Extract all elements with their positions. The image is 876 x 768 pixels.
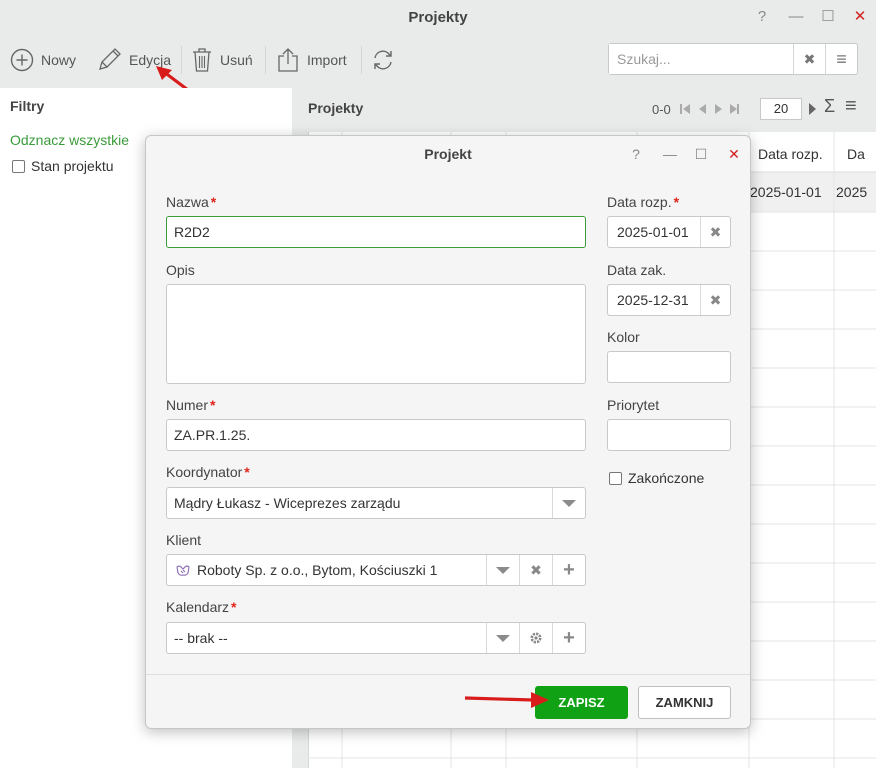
grid-cell: 2025 — [836, 184, 868, 200]
next-page-icon[interactable] — [806, 102, 818, 116]
calendar-label: Kalendarz * — [166, 599, 237, 615]
minimize-icon[interactable]: — — [786, 7, 806, 27]
name-field[interactable]: R2D2 — [166, 216, 586, 248]
maximize-icon[interactable]: ☐ — [818, 7, 838, 27]
column-header-next[interactable]: Da — [847, 146, 865, 162]
coordinator-select[interactable]: Mądry Łukasz - Wiceprezes zarządu — [166, 487, 586, 519]
chevron-down-icon[interactable] — [552, 488, 585, 518]
description-textarea[interactable] — [166, 284, 586, 384]
window-title: Projekty — [408, 9, 468, 26]
calendar-select[interactable]: -- brak -- + — [166, 622, 586, 654]
list-title: Projekty — [308, 100, 364, 116]
pager-nav-icons[interactable] — [679, 102, 741, 116]
search-input[interactable] — [609, 44, 793, 74]
upload-icon — [278, 48, 298, 72]
checkbox[interactable] — [609, 471, 622, 485]
help-icon[interactable]: ? — [752, 7, 772, 27]
priority-label: Priorytet — [607, 397, 660, 413]
end-date-value: 2025-12-31 — [617, 292, 689, 308]
start-date-field[interactable]: 2025-01-01 ✖ — [607, 216, 731, 248]
required-marker: * — [210, 397, 216, 413]
dialog-close-icon[interactable]: ✕ — [724, 144, 744, 164]
add-icon[interactable]: + — [552, 555, 585, 585]
number-value: ZA.PR.1.25. — [174, 427, 251, 443]
grid-cell: 2025-01-01 — [750, 184, 822, 200]
checkbox[interactable] — [12, 159, 25, 173]
client-select[interactable]: Roboty Sp. z o.o., Bytom, Kościuszki 1 ✖… — [166, 554, 586, 586]
sum-icon[interactable]: Σ — [824, 96, 835, 117]
pager: 0-0 — [652, 98, 741, 120]
end-date-field[interactable]: 2025-12-31 ✖ — [607, 284, 731, 316]
client-value: Roboty Sp. z o.o., Bytom, Kościuszki 1 — [197, 562, 438, 578]
toolbar-separator — [361, 46, 362, 74]
clear-date-icon[interactable]: ✖ — [700, 217, 730, 247]
menu-icon[interactable]: ≡ — [825, 44, 857, 74]
pencil-icon — [99, 48, 121, 70]
page-size-input[interactable]: 20 — [760, 98, 802, 120]
filters-title: Filtry — [10, 98, 45, 114]
delete-button-label: Usuń — [220, 52, 253, 68]
project-dialog: Projekt ? — ☐ ✕ Nazwa * R2D2 Opis Numer * … — [145, 135, 751, 729]
dialog-help-icon[interactable]: ? — [626, 144, 646, 164]
refresh-icon — [374, 50, 392, 70]
number-field[interactable]: ZA.PR.1.25. — [166, 419, 586, 451]
search-box: ✖ ≡ — [608, 43, 858, 75]
import-button[interactable]: Import — [276, 44, 347, 76]
filter-state-label: Stan projektu — [31, 158, 114, 174]
toolbar-separator — [265, 46, 266, 74]
new-button[interactable]: Nowy — [10, 44, 76, 76]
import-button-label: Import — [307, 52, 347, 68]
client-label: Klient — [166, 532, 202, 548]
uncheck-all-link[interactable]: Odznacz wszystkie — [10, 132, 129, 148]
new-button-label: Nowy — [41, 52, 77, 68]
calendar-value: -- brak -- — [174, 630, 228, 646]
chevron-down-icon[interactable] — [486, 555, 519, 585]
close-icon[interactable]: ✕ — [850, 7, 870, 27]
clear-date-icon[interactable]: ✖ — [700, 285, 730, 315]
handshake-icon — [176, 565, 190, 576]
plus-circle-icon — [10, 48, 34, 72]
clear-icon[interactable]: ✖ — [519, 555, 552, 585]
columns-menu-icon[interactable]: ≡ — [845, 95, 857, 118]
dialog-minimize-icon[interactable]: — — [660, 144, 680, 164]
number-label: Numer * — [166, 397, 216, 413]
column-header-start[interactable]: Data rozp. — [758, 146, 823, 162]
filter-state-checkbox[interactable]: Stan projektu — [12, 158, 114, 174]
required-marker: * — [244, 464, 250, 480]
end-date-label: Data zak. — [607, 262, 667, 278]
start-date-value: 2025-01-01 — [617, 224, 689, 240]
dialog-footer-divider — [146, 674, 750, 675]
description-label: Opis — [166, 262, 195, 278]
add-icon[interactable]: + — [552, 623, 585, 653]
coordinator-label: Koordynator * — [166, 464, 250, 480]
finished-checkbox[interactable]: Zakończone — [609, 470, 704, 486]
refresh-button[interactable] — [371, 44, 402, 76]
required-marker: * — [210, 194, 217, 210]
priority-field[interactable] — [607, 419, 731, 451]
dialog-maximize-icon[interactable]: ☐ — [691, 144, 711, 164]
red-arrow-annotation — [464, 692, 549, 708]
required-marker: * — [673, 194, 680, 210]
coordinator-value: Mądry Łukasz - Wiceprezes zarządu — [174, 495, 401, 511]
pager-range: 0-0 — [652, 101, 671, 117]
start-date-label: Data rozp. * — [607, 194, 680, 210]
color-label: Kolor — [607, 329, 640, 345]
color-field[interactable] — [607, 351, 731, 383]
close-button[interactable]: ZAMKNIJ — [638, 686, 731, 719]
required-marker: * — [231, 599, 237, 615]
name-label: Nazwa * — [166, 194, 217, 210]
clear-search-icon[interactable]: ✖ — [793, 44, 825, 74]
name-value: R2D2 — [174, 224, 210, 240]
gear-icon[interactable] — [519, 623, 552, 653]
chevron-down-icon[interactable] — [486, 623, 519, 653]
finished-label: Zakończone — [628, 470, 705, 486]
